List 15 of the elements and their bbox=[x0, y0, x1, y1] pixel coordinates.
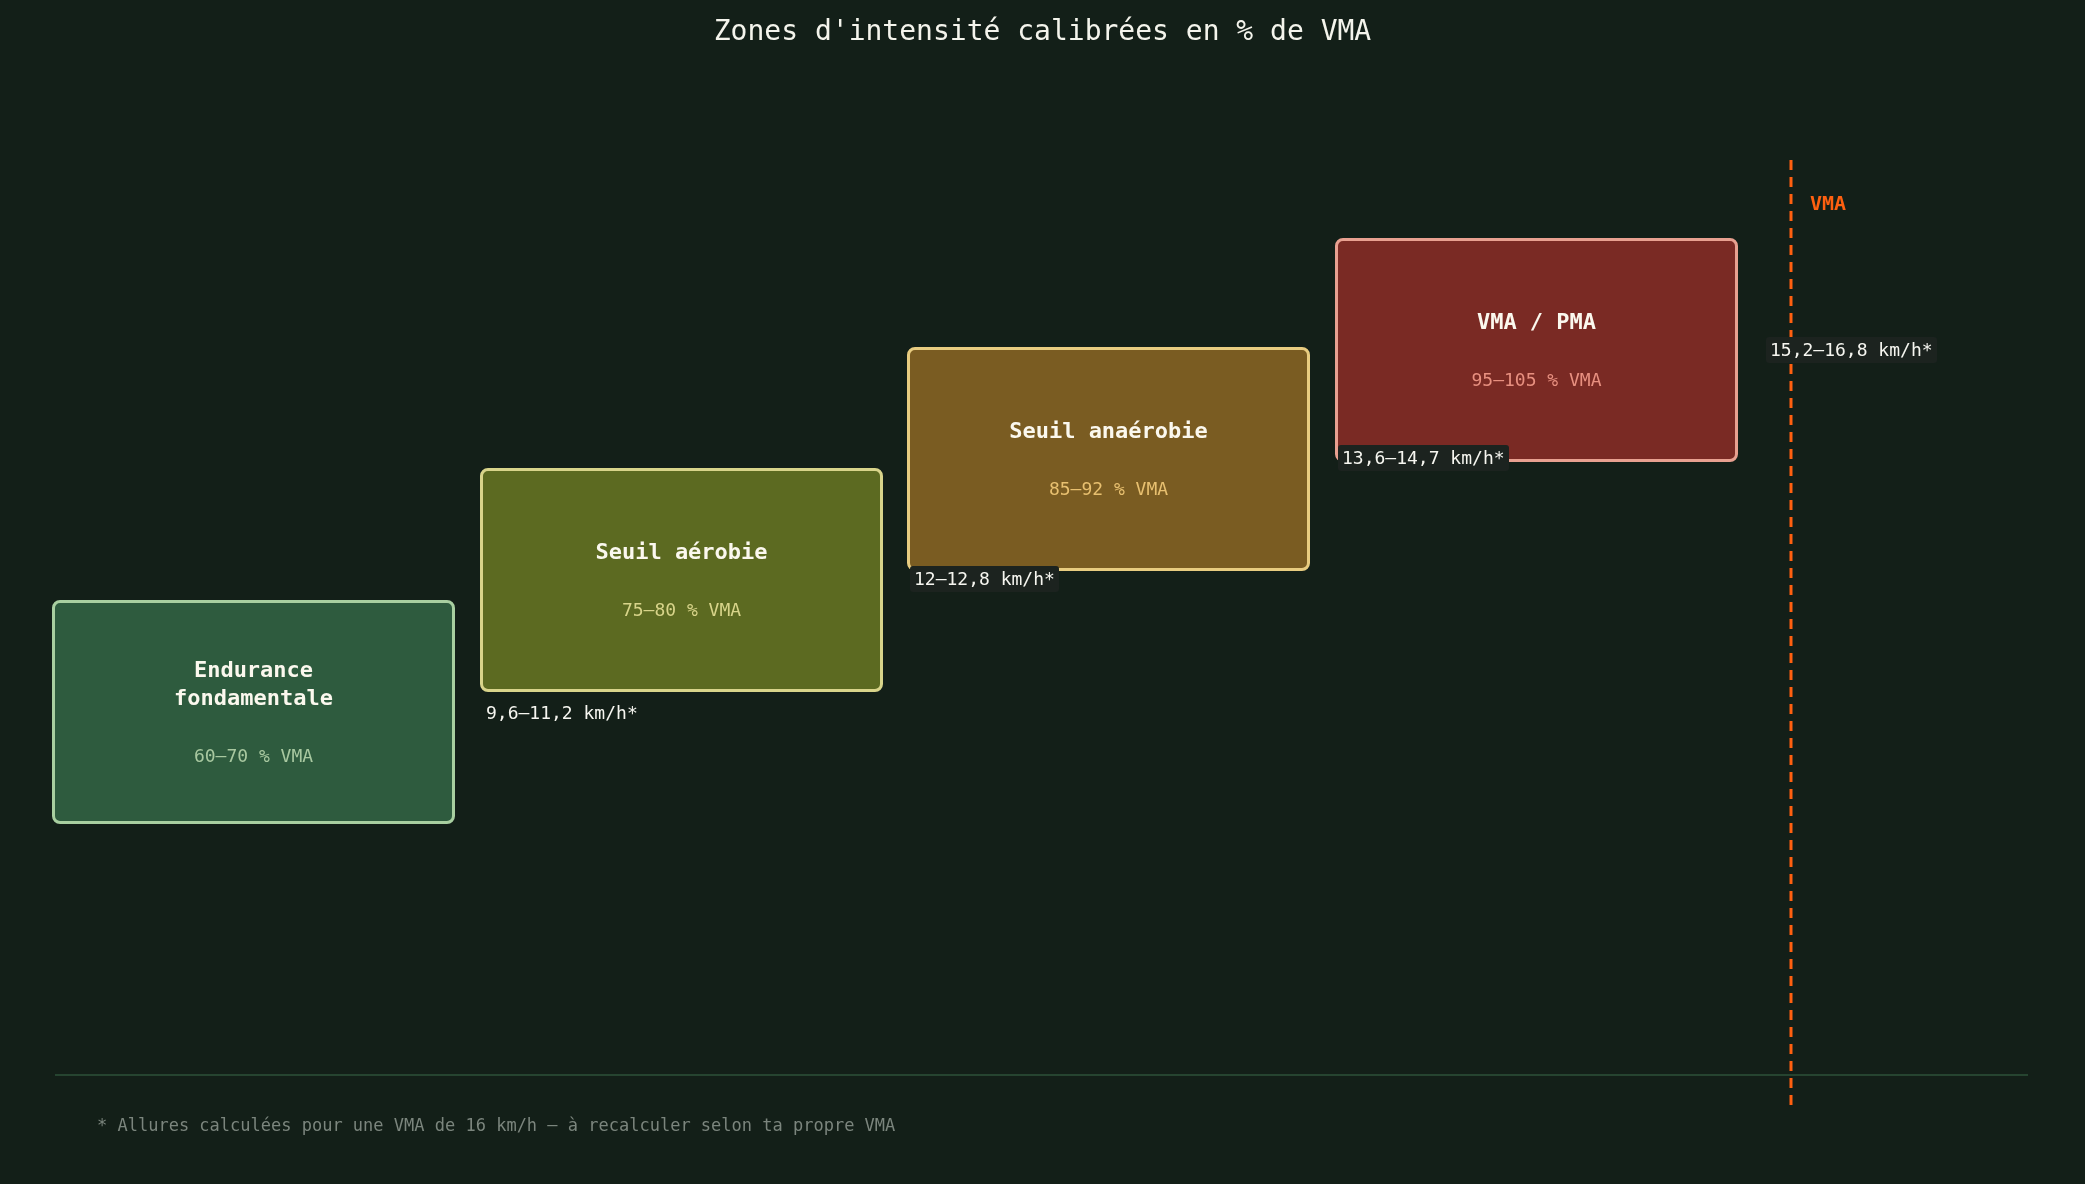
speed-label: 12–12,8 km/h* bbox=[910, 566, 1059, 592]
chart-title: Zones d'intensité calibrées en % de VMA bbox=[713, 13, 1372, 49]
speed-label: 9,6–11,2 km/h* bbox=[485, 701, 639, 725]
zone-name: Seuil anaérobie bbox=[1009, 416, 1208, 445]
zone-percent: 85–92 % VMA bbox=[1048, 476, 1169, 501]
footnote: * Allures calculées pour une VMA de 16 km/h – à recalculer selon ta propre VMA bbox=[97, 1114, 896, 1137]
zone-percent: 60–70 % VMA bbox=[193, 743, 314, 768]
vma-label: VMA bbox=[1810, 190, 1847, 217]
zone-name: Seuil aérobie bbox=[595, 537, 768, 566]
zone-name: Endurance fondamentale bbox=[173, 655, 334, 712]
speed-label: 15,2–16,8 km/h* bbox=[1766, 337, 1937, 363]
zone-percent: 75–80 % VMA bbox=[621, 597, 742, 622]
speed-label: 13,6–14,7 km/h* bbox=[1338, 445, 1509, 471]
zone-name: VMA / PMA bbox=[1476, 307, 1597, 336]
zone-percent: 95–105 % VMA bbox=[1471, 367, 1602, 392]
